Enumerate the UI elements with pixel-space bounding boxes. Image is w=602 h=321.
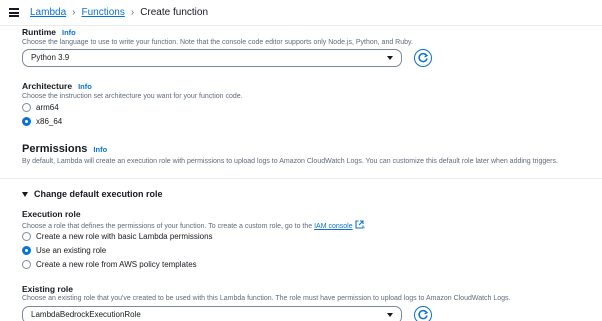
external-link-icon — [355, 220, 364, 229]
execution-role-label: Execution role — [22, 209, 81, 219]
execution-role-description: Choose a role that defines the permissio… — [22, 220, 366, 230]
radio-create-basic-role[interactable]: Create a new role with basic Lambda perm… — [22, 232, 213, 241]
iam-console-link[interactable]: IAM console — [314, 223, 353, 230]
architecture-label: Architecture Info — [22, 81, 92, 91]
caret-down-icon — [387, 313, 393, 317]
radio-unchecked-icon — [22, 260, 31, 269]
divider — [0, 178, 602, 179]
radio-create-from-templates-label: Create a new role from AWS policy templa… — [36, 260, 197, 269]
radio-checked-icon — [22, 117, 31, 126]
radio-create-from-templates[interactable]: Create a new role from AWS policy templa… — [22, 260, 197, 269]
radio-create-basic-role-label: Create a new role with basic Lambda perm… — [36, 232, 213, 241]
chevron-right-icon: › — [130, 7, 135, 18]
runtime-label-text: Runtime — [22, 27, 56, 37]
breadcrumb-functions[interactable]: Functions — [81, 7, 124, 18]
expander-label: Change default execution role — [34, 189, 163, 199]
architecture-info-link[interactable]: Info — [78, 82, 92, 91]
caret-down-icon — [387, 56, 393, 60]
permissions-title: Permissions — [22, 143, 88, 155]
runtime-info-link[interactable]: Info — [62, 28, 76, 37]
runtime-select[interactable]: Python 3.9 — [22, 49, 402, 67]
permissions-heading: Permissions Info — [22, 143, 107, 155]
permissions-description: By default, Lambda will create an execut… — [22, 158, 558, 165]
radio-unchecked-icon — [22, 103, 31, 112]
existing-role-description: Choose an existing role that you've crea… — [22, 295, 511, 302]
runtime-refresh-button[interactable] — [414, 49, 432, 67]
top-navigation-bar: Lambda › Functions › Create function — [0, 0, 602, 26]
radio-unchecked-icon — [22, 232, 31, 241]
change-execution-role-expander[interactable]: Change default execution role — [22, 189, 163, 199]
architecture-description: Choose the instruction set architecture … — [22, 93, 243, 100]
chevron-right-icon: › — [72, 7, 76, 18]
radio-x86-64-label: x86_64 — [36, 117, 63, 126]
permissions-info-link[interactable]: Info — [93, 145, 107, 154]
existing-role-label: Existing role — [22, 284, 74, 294]
existing-role-select[interactable]: LambdaBedrockExecutionRole — [22, 306, 402, 321]
caret-down-icon — [22, 191, 28, 197]
execution-role-description-text: Choose a role that defines the permissio… — [22, 223, 313, 230]
breadcrumb-lambda[interactable]: Lambda — [30, 7, 66, 18]
refresh-icon — [418, 309, 429, 320]
runtime-description: Choose the language to use to write your… — [22, 39, 413, 46]
runtime-label: Runtime Info — [22, 27, 76, 37]
radio-arm64-label: arm64 — [36, 103, 59, 112]
radio-use-existing-role[interactable]: Use an existing role — [22, 246, 106, 255]
existing-role-refresh-button[interactable] — [414, 306, 432, 321]
radio-arm64[interactable]: arm64 — [22, 103, 59, 112]
radio-x86-64[interactable]: x86_64 — [22, 117, 62, 126]
menu-icon[interactable] — [9, 8, 19, 17]
breadcrumb: Lambda › Functions › Create function — [30, 7, 208, 18]
architecture-label-text: Architecture — [22, 81, 73, 91]
existing-role-selected-value: LambdaBedrockExecutionRole — [31, 310, 141, 319]
radio-use-existing-role-label: Use an existing role — [36, 246, 107, 255]
refresh-icon — [418, 52, 429, 63]
runtime-selected-value: Python 3.9 — [31, 53, 70, 62]
breadcrumb-current: Create function — [140, 7, 209, 18]
radio-checked-icon — [22, 246, 31, 255]
